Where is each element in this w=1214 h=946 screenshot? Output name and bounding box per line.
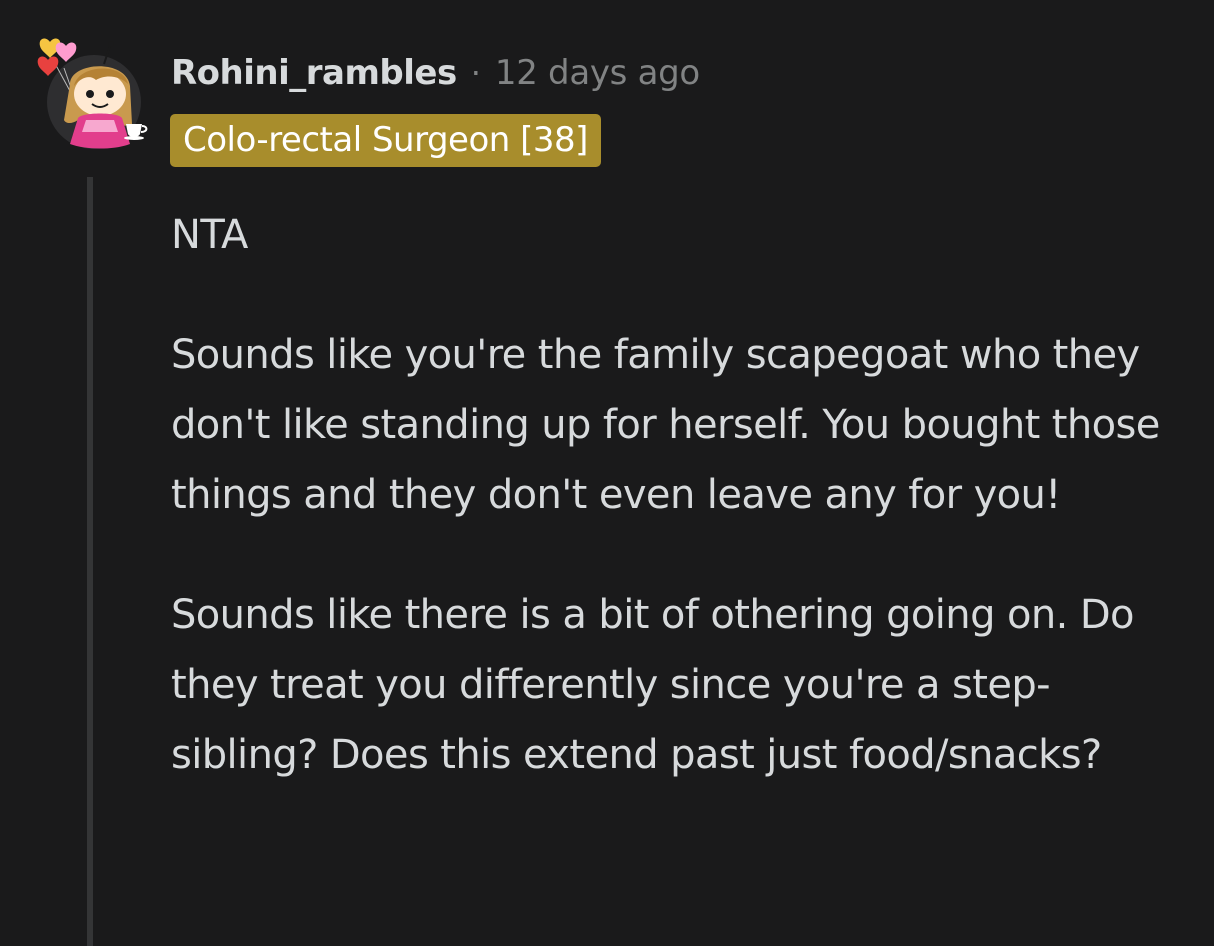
comment: Rohini_rambles · 12 days ago Colo-rectal… [0,0,1214,946]
thread-collapse-line[interactable] [87,177,93,946]
timestamp-link[interactable]: 12 days ago [495,53,700,93]
user-flair-badge: Colo-rectal Surgeon [38] [170,114,601,167]
meta-separator: · [470,54,481,92]
comment-meta: Rohini_rambles · 12 days ago [171,52,700,94]
comment-paragraph: Sounds like there is a bit of othering g… [171,592,1135,778]
comment-body: NTA Sounds like you're the family scapeg… [171,200,1171,790]
comment-paragraph: Sounds like you're the family scapegoat … [171,332,1160,518]
comment-paragraph: NTA [171,212,248,258]
avatar[interactable] [34,28,154,158]
username-link[interactable]: Rohini_rambles [171,53,457,93]
